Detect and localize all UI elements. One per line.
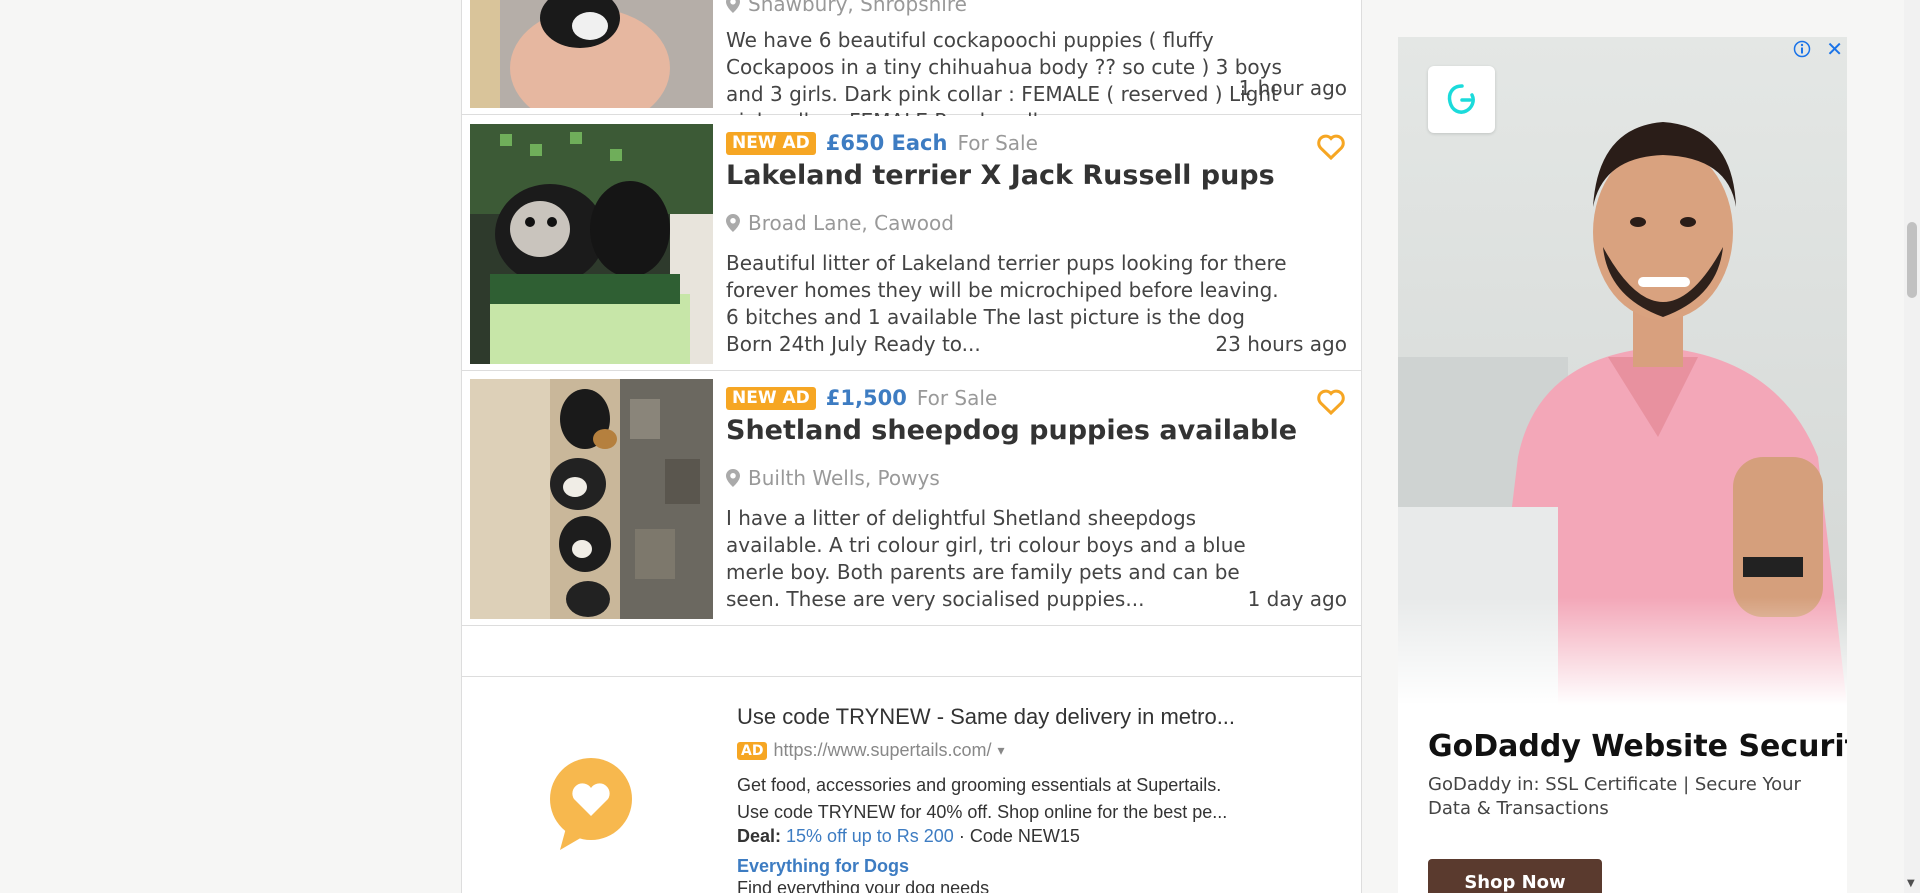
listing-card[interactable]: Shawbury, Shropshire We have 6 beautiful… (462, 0, 1361, 133)
ad-url[interactable]: https://www.supertails.com/ (773, 740, 991, 761)
adchoices-icon[interactable] (1793, 40, 1811, 58)
listing-location: Builth Wells, Powys (726, 466, 940, 490)
listing-photo[interactable] (470, 124, 713, 364)
listing-age: 1 hour ago (1238, 76, 1347, 100)
new-ad-badge: NEW AD (726, 131, 816, 155)
listing-card[interactable]: NEW AD £650 Each For Sale Lakeland terri… (462, 116, 1361, 371)
close-icon[interactable]: ✕ (1826, 37, 1843, 61)
listing-status: For Sale (957, 131, 1038, 155)
ad-sitelink-description: Find everything your dog needs (737, 878, 990, 893)
listing-age: 23 hours ago (1215, 332, 1347, 356)
listing-price: £650 Each (825, 131, 948, 155)
search-results: Shawbury, Shropshire We have 6 beautiful… (461, 0, 1362, 893)
location-pin-icon (726, 469, 740, 487)
ad-url-row: AD https://www.supertails.com/ ▾ (737, 740, 1005, 761)
ad-headline[interactable]: GoDaddy Website Security (1428, 729, 1847, 764)
scroll-down-arrow-icon[interactable]: ▼ (1907, 878, 1915, 889)
display-ad[interactable]: ✕ GoDaddy Website Security GoDaddy in: S… (1398, 37, 1847, 893)
location-pin-icon (726, 0, 740, 13)
listing-status: For Sale (916, 386, 998, 410)
ad-label: AD (737, 741, 768, 760)
chevron-down-icon[interactable]: ▾ (998, 743, 1005, 759)
ad-sitelink[interactable]: Everything for Dogs (737, 856, 909, 877)
listing-description: I have a litter of delightful Shetland s… (726, 506, 1246, 611)
listing-age: 1 day ago (1247, 587, 1347, 611)
listing-price: £1,500 (825, 386, 907, 410)
listing-title[interactable]: Lakeland terrier X Jack Russell pups (726, 160, 1275, 191)
heart-icon[interactable] (1317, 134, 1345, 160)
divider (462, 625, 1361, 677)
listing-title[interactable]: Shetland sheepdog puppies available (726, 415, 1297, 446)
location-pin-icon (726, 214, 740, 232)
scrollbar[interactable]: ▼ (1904, 0, 1920, 893)
deal-link[interactable]: 15% off up to Rs 200 (786, 826, 954, 846)
heart-speech-bubble-logo-icon (550, 758, 632, 850)
listing-photo[interactable] (470, 0, 713, 108)
listing-meta: NEW AD £1,500 For Sale (726, 385, 997, 411)
shop-now-button[interactable]: Shop Now (1428, 859, 1602, 893)
sponsored-ad[interactable]: Use code TRYNEW - Same day delivery in m… (462, 678, 1361, 893)
godaddy-logo-icon (1428, 66, 1495, 133)
ad-photo[interactable] (1398, 37, 1847, 705)
listing-description: Beautiful litter of Lakeland terrier pup… (726, 251, 1287, 356)
heart-icon[interactable] (1317, 389, 1345, 415)
ad-deal: Deal: 15% off up to Rs 200 · Code NEW15 (737, 826, 1080, 846)
listing-photo[interactable] (470, 379, 713, 619)
listing-card[interactable]: NEW AD £1,500 For Sale Shetland sheepdog… (462, 371, 1361, 626)
scrollbar-thumb[interactable] (1907, 222, 1917, 298)
new-ad-badge: NEW AD (726, 386, 816, 410)
ad-title[interactable]: Use code TRYNEW - Same day delivery in m… (737, 704, 1235, 730)
listing-location: Broad Lane, Cawood (726, 211, 954, 235)
ad-subtext: GoDaddy in: SSL Certificate | Secure You… (1428, 774, 1801, 819)
listing-location: Shawbury, Shropshire (726, 0, 967, 16)
ad-description: Get food, accessories and grooming essen… (737, 775, 1228, 822)
listing-meta: NEW AD £650 Each For Sale (726, 130, 1038, 156)
